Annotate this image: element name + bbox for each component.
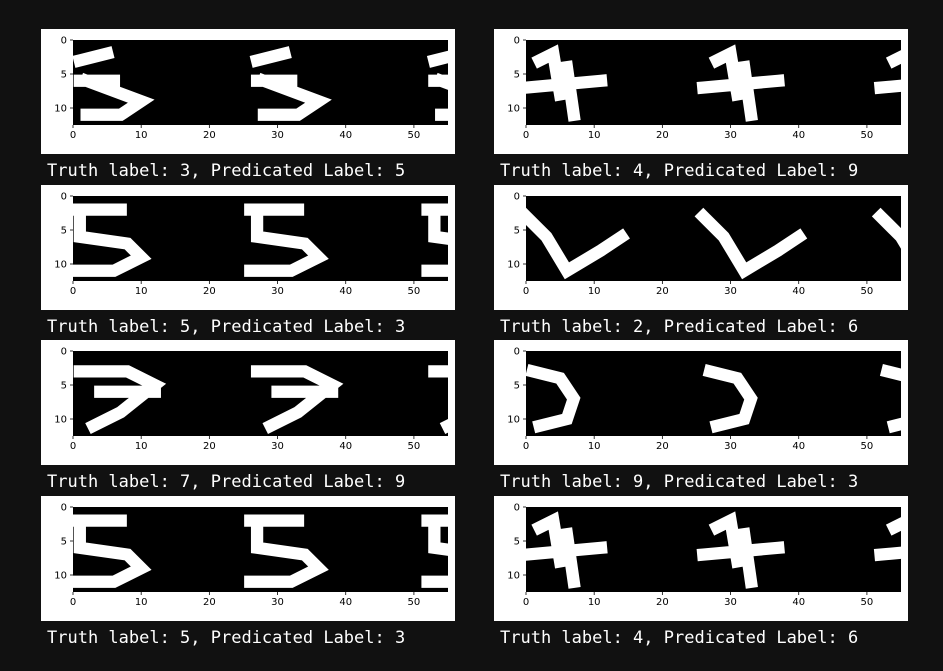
y-tick-label: 10 — [54, 415, 67, 426]
y-tick-label: 0 — [514, 503, 520, 514]
x-tick-label: 40 — [339, 441, 352, 452]
x-tick-label: 50 — [408, 597, 421, 608]
digit-image-plot: 0 10 20 30 40 50 0 5 10 — [54, 347, 448, 452]
digit-image-plot: 0 10 20 30 40 50 0 5 10 — [507, 503, 901, 608]
x-tick-label: 30 — [724, 441, 737, 452]
y-tick-label: 0 — [61, 347, 67, 358]
y-tick-label: 10 — [507, 260, 520, 271]
sample-image-panel: 0 10 20 30 40 50 0 5 10 — [41, 340, 455, 465]
y-tick-label: 10 — [507, 571, 520, 582]
x-tick-label: 40 — [792, 130, 805, 141]
x-tick-label: 30 — [271, 286, 284, 297]
y-tick-label: 0 — [61, 503, 67, 514]
y-tick-label: 0 — [514, 36, 520, 47]
prediction-caption: Truth label: 2, Predicated Label: 6 — [500, 317, 859, 337]
x-tick-label: 10 — [588, 286, 601, 297]
x-tick-label: 0 — [523, 286, 529, 297]
x-tick-label: 30 — [724, 597, 737, 608]
x-tick-label: 10 — [135, 597, 148, 608]
x-tick-label: 30 — [724, 130, 737, 141]
x-tick-label: 40 — [339, 286, 352, 297]
y-tick-label: 5 — [514, 381, 520, 392]
x-tick-label: 40 — [339, 130, 352, 141]
y-tick-label: 0 — [514, 192, 520, 203]
x-tick-label: 30 — [724, 286, 737, 297]
y-tick-label: 5 — [61, 537, 67, 548]
x-tick-label: 20 — [656, 441, 669, 452]
x-tick-label: 50 — [408, 286, 421, 297]
x-tick-label: 20 — [656, 597, 669, 608]
x-tick-label: 20 — [656, 286, 669, 297]
x-tick-label: 40 — [339, 597, 352, 608]
x-tick-label: 40 — [792, 286, 805, 297]
x-tick-label: 10 — [588, 597, 601, 608]
y-tick-label: 10 — [54, 260, 67, 271]
digit-image-plot: 0 10 20 30 40 50 0 5 10 — [507, 192, 901, 297]
x-tick-label: 40 — [792, 441, 805, 452]
sample-image-panel: 0 10 20 30 40 50 0 5 10 — [41, 496, 455, 621]
y-tick-label: 5 — [514, 226, 520, 237]
y-tick-label: 5 — [61, 381, 67, 392]
y-tick-label: 5 — [514, 537, 520, 548]
x-tick-label: 10 — [588, 130, 601, 141]
y-tick-label: 0 — [514, 347, 520, 358]
x-tick-label: 50 — [408, 441, 421, 452]
y-tick-label: 10 — [507, 104, 520, 115]
x-tick-label: 20 — [203, 597, 216, 608]
prediction-caption: Truth label: 4, Predicated Label: 9 — [500, 161, 859, 181]
x-tick-label: 50 — [861, 130, 874, 141]
x-tick-label: 0 — [70, 597, 76, 608]
y-tick-label: 0 — [61, 192, 67, 203]
x-tick-label: 50 — [408, 130, 421, 141]
digit-image-plot: 0 10 20 30 40 50 0 5 10 — [507, 36, 901, 141]
x-tick-label: 50 — [861, 441, 874, 452]
x-tick-label: 0 — [523, 130, 529, 141]
x-tick-label: 20 — [656, 130, 669, 141]
x-tick-label: 20 — [203, 130, 216, 141]
x-tick-label: 20 — [203, 286, 216, 297]
x-tick-label: 10 — [588, 441, 601, 452]
digit-image-plot: 0 10 20 30 40 50 0 5 10 — [507, 347, 901, 452]
x-tick-label: 20 — [203, 441, 216, 452]
prediction-caption: Truth label: 3, Predicated Label: 5 — [47, 161, 406, 181]
x-tick-label: 30 — [271, 597, 284, 608]
x-tick-label: 50 — [861, 597, 874, 608]
prediction-caption: Truth label: 5, Predicated Label: 3 — [47, 317, 406, 337]
prediction-caption: Truth label: 4, Predicated Label: 6 — [500, 628, 859, 648]
x-tick-label: 0 — [70, 130, 76, 141]
digit-image-plot: 0 10 20 30 40 50 0 5 10 — [54, 36, 448, 141]
prediction-caption: Truth label: 9, Predicated Label: 3 — [500, 472, 859, 492]
x-tick-label: 10 — [135, 130, 148, 141]
sample-image-panel: 0 10 20 30 40 50 0 5 10 — [494, 496, 908, 621]
x-tick-label: 0 — [70, 441, 76, 452]
sample-image-panel: 0 10 20 30 40 50 0 5 10 — [41, 185, 455, 310]
digit-image-plot: 0 10 20 30 40 50 0 5 10 — [54, 503, 448, 608]
sample-image-panel: 0 10 20 30 40 50 0 5 10 — [494, 185, 908, 310]
x-tick-label: 0 — [523, 597, 529, 608]
x-tick-label: 40 — [792, 597, 805, 608]
x-tick-label: 0 — [70, 286, 76, 297]
sample-image-panel: 0 10 20 30 40 50 0 5 10 — [41, 29, 455, 154]
y-tick-label: 10 — [507, 415, 520, 426]
digit-image-plot: 0 10 20 30 40 50 0 5 10 — [54, 192, 448, 297]
y-tick-label: 5 — [61, 226, 67, 237]
x-tick-label: 10 — [135, 286, 148, 297]
sample-image-panel: 0 10 20 30 40 50 0 5 10 — [494, 340, 908, 465]
x-tick-label: 50 — [861, 286, 874, 297]
x-tick-label: 30 — [271, 441, 284, 452]
sample-image-panel: 0 10 20 30 40 50 0 5 10 — [494, 29, 908, 154]
x-tick-label: 10 — [135, 441, 148, 452]
y-tick-label: 5 — [514, 70, 520, 81]
y-tick-label: 10 — [54, 104, 67, 115]
x-tick-label: 0 — [523, 441, 529, 452]
prediction-caption: Truth label: 7, Predicated Label: 9 — [47, 472, 406, 492]
y-tick-label: 5 — [61, 70, 67, 81]
y-tick-label: 0 — [61, 36, 67, 47]
y-tick-label: 10 — [54, 571, 67, 582]
x-tick-label: 30 — [271, 130, 284, 141]
prediction-caption: Truth label: 5, Predicated Label: 3 — [47, 628, 406, 648]
